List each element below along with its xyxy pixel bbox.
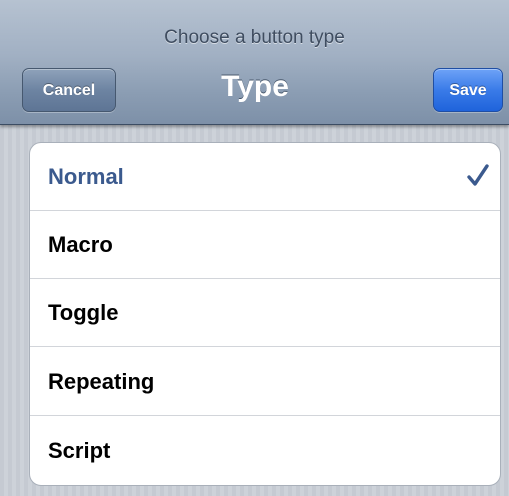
option-label: Toggle xyxy=(48,300,119,325)
page-title: Type xyxy=(221,70,289,103)
cancel-button[interactable]: Cancel xyxy=(22,68,116,112)
option-label: Normal xyxy=(48,164,124,189)
option-label: Macro xyxy=(48,232,113,257)
navigation-bar: Choose a button type Cancel Type Save xyxy=(0,0,509,125)
save-button[interactable]: Save xyxy=(433,68,503,112)
option-row-script[interactable]: Script xyxy=(30,417,500,485)
type-options-list: Normal Macro Toggle Repeating Script xyxy=(29,142,501,486)
option-label: Script xyxy=(48,438,111,463)
option-row-toggle[interactable]: Toggle xyxy=(30,279,500,347)
screen: Choose a button type Cancel Type Save No… xyxy=(0,0,509,496)
option-row-normal[interactable]: Normal xyxy=(30,143,500,211)
option-row-macro[interactable]: Macro xyxy=(30,211,500,279)
option-row-repeating[interactable]: Repeating xyxy=(30,348,500,416)
option-label: Repeating xyxy=(48,369,155,394)
nav-prompt: Choose a button type xyxy=(164,27,345,48)
checkmark-icon xyxy=(467,164,489,186)
